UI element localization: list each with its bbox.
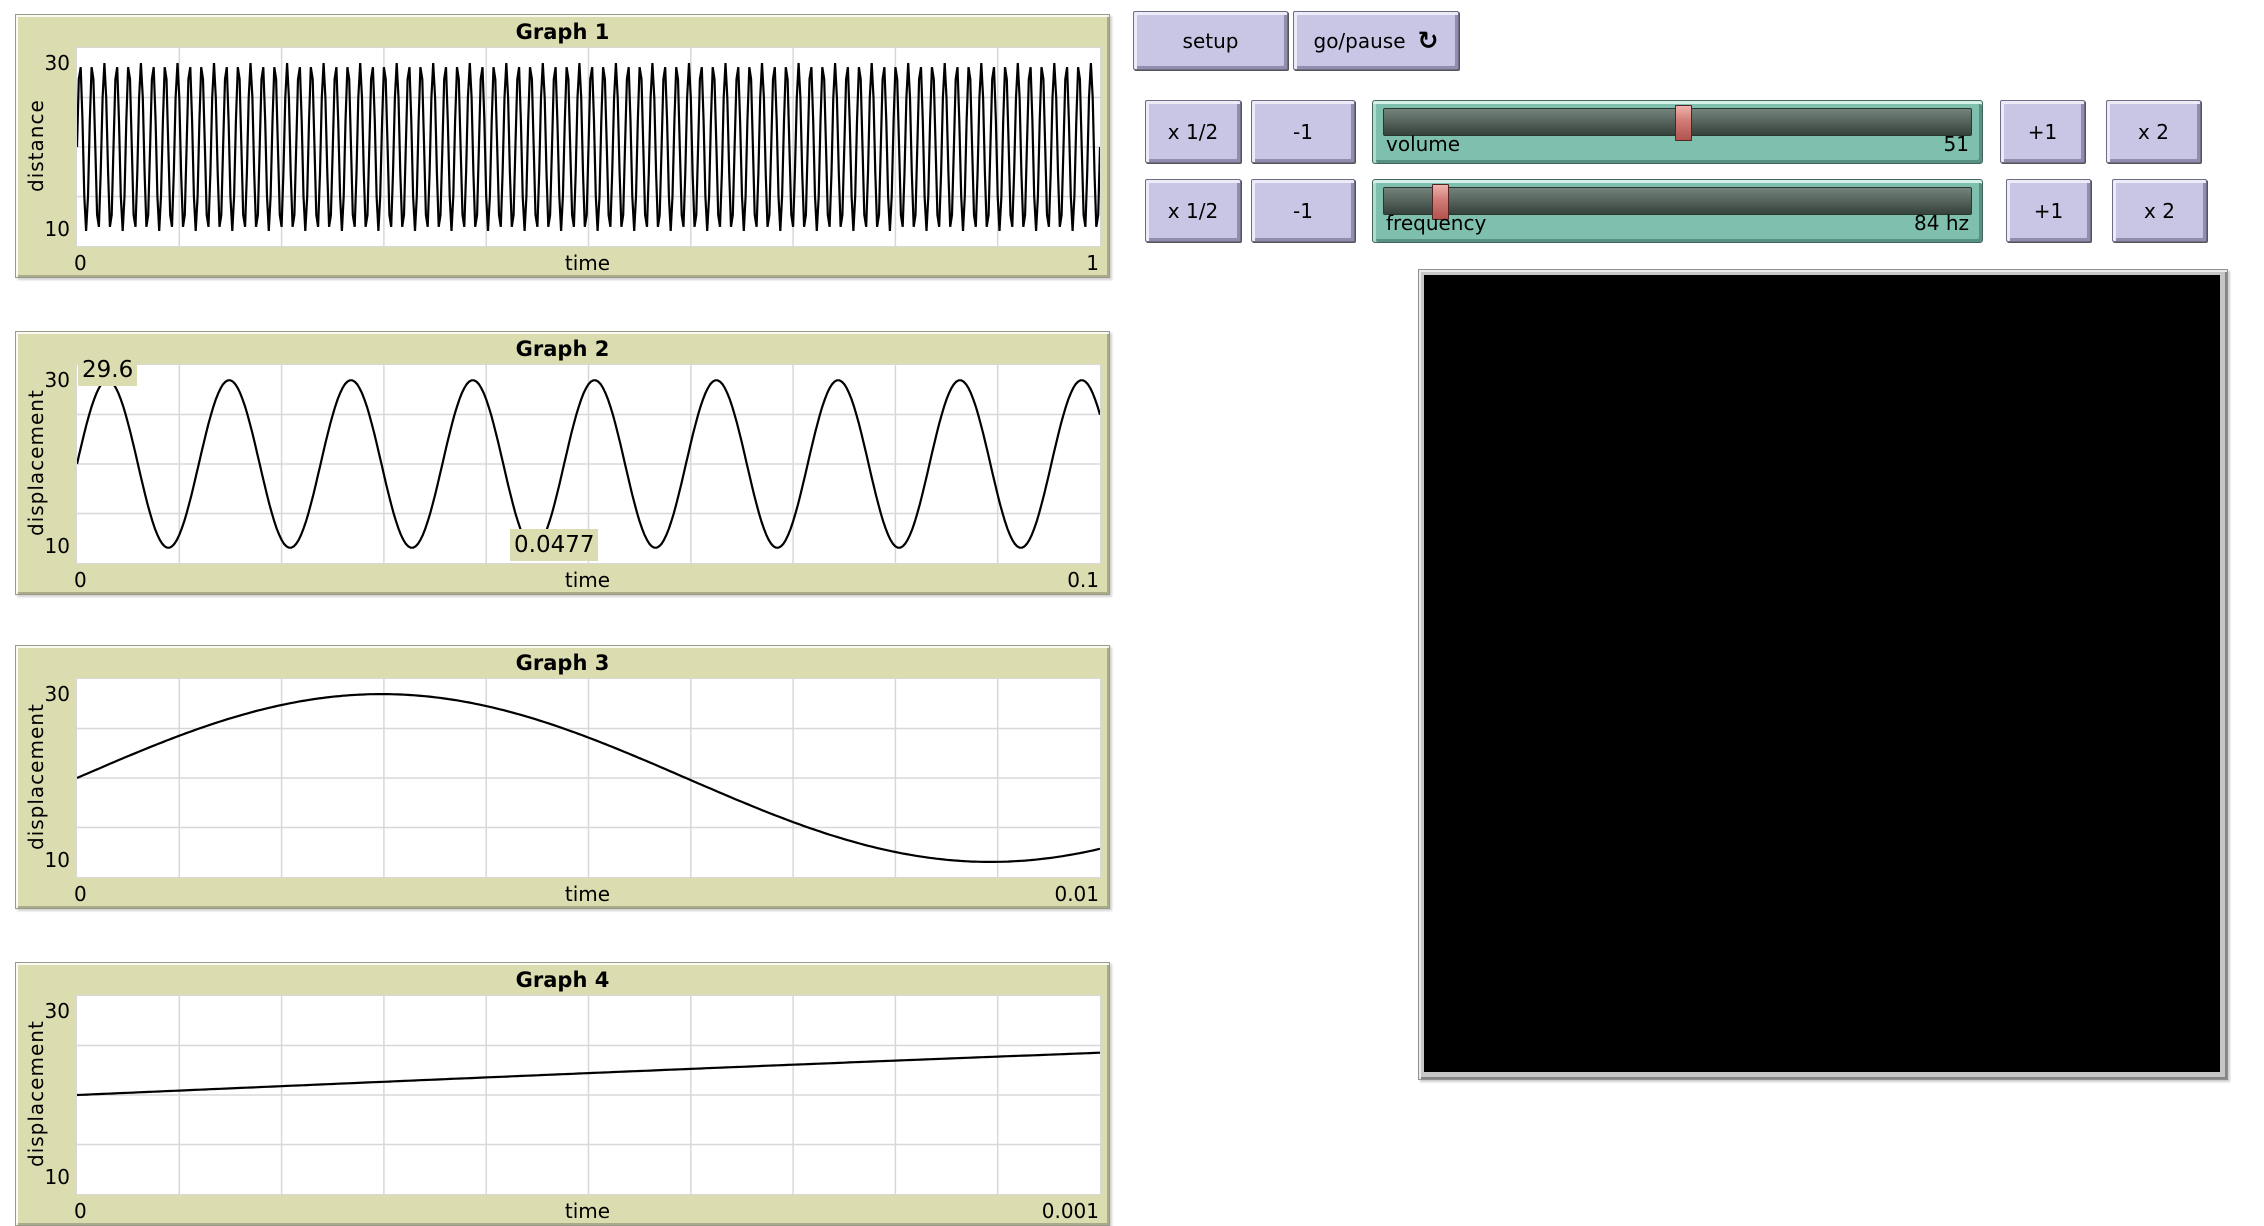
y-axis-label: distance [24,47,48,245]
frequency-double-button[interactable]: x 2 [2112,179,2207,242]
forever-icon: ↻ [1418,31,1439,51]
go-pause-button[interactable]: go/pause ↻ [1293,11,1459,70]
plot-canvas [76,47,1101,247]
plot-widget-graph1: Graph 1 distance 30 10 0 time 1 [15,14,1110,278]
go-pause-button-label: go/pause [1314,29,1406,53]
y-tick-min: 10 [18,534,70,558]
plot-widget-graph4: Graph 4 displacement 30 10 0 time 0.001 [15,962,1110,1226]
y-tick-max: 30 [18,999,70,1023]
volume-minus-one-button[interactable]: -1 [1251,100,1355,163]
y-axis-label: displacement [24,995,48,1193]
y-tick-max: 30 [18,368,70,392]
plot-title: Graph 1 [16,20,1109,44]
plot-canvas [76,678,1101,878]
plot-canvas [76,995,1101,1195]
button-label: x 1/2 [1168,199,1218,223]
volume-double-button[interactable]: x 2 [2106,100,2201,163]
setup-button[interactable]: setup [1133,11,1288,70]
button-label: x 2 [2144,199,2175,223]
slider-value: 51 [1944,132,1969,156]
volume-slider[interactable]: volume 51 [1372,100,1983,164]
plot-title: Graph 2 [16,337,1109,361]
y-tick-max: 30 [18,682,70,706]
frequency-plus-one-button[interactable]: +1 [2006,179,2091,242]
button-label: x 1/2 [1168,120,1218,144]
world-view[interactable] [1424,275,2220,1072]
slider-label: volume [1386,132,1460,156]
plot-title: Graph 4 [16,968,1109,992]
y-axis-label: displacement [24,678,48,876]
current-time-annotation: 0.0477 [510,529,598,561]
y-axis-label: displacement [24,364,48,562]
slider-value: 84 hz [1914,211,1969,235]
button-label: -1 [1293,199,1313,223]
button-label: +1 [2028,120,2057,144]
volume-plus-one-button[interactable]: +1 [2000,100,2085,163]
plot-widget-graph3: Graph 3 displacement 30 10 0 time 0.01 [15,645,1110,909]
volume-half-button[interactable]: x 1/2 [1145,100,1241,163]
frequency-half-button[interactable]: x 1/2 [1145,179,1241,242]
current-value-annotation: 29.6 [78,354,137,386]
y-tick-max: 30 [18,51,70,75]
button-label: -1 [1293,120,1313,144]
x-tick-max: 0.01 [76,882,1099,906]
button-label: x 2 [2138,120,2169,144]
slider-label: frequency [1386,211,1486,235]
setup-button-label: setup [1183,29,1239,53]
volume-slider-handle[interactable] [1675,105,1692,141]
y-tick-min: 10 [18,848,70,872]
plot-widget-graph2: Graph 2 displacement 30 10 29.6 0.0477 0… [15,331,1110,595]
frequency-minus-one-button[interactable]: -1 [1251,179,1355,242]
x-tick-max: 0.001 [76,1199,1099,1223]
slider-track[interactable] [1383,108,1972,136]
y-tick-min: 10 [18,1165,70,1189]
plot-title: Graph 3 [16,651,1109,675]
y-tick-min: 10 [18,217,70,241]
frequency-slider[interactable]: frequency 84 hz [1372,179,1983,243]
world-view-frame [1418,269,2228,1080]
button-label: +1 [2034,199,2063,223]
x-tick-max: 1 [76,251,1099,275]
x-tick-max: 0.1 [76,568,1099,592]
